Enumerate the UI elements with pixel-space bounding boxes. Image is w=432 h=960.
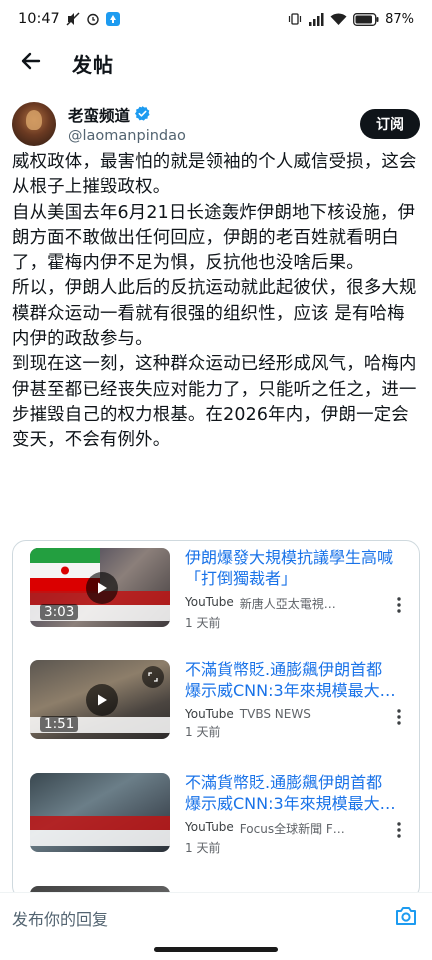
signal-icon xyxy=(308,12,324,26)
reply-bar: 发布你的回复 xyxy=(0,892,432,942)
video-channel: Focus全球新聞 F… xyxy=(239,822,345,836)
video-platform: YouTube xyxy=(185,707,234,721)
notification-app-icon xyxy=(105,12,120,26)
video-time: 1 天前 xyxy=(185,725,221,739)
video-platform: YouTube xyxy=(185,595,234,609)
battery-percent: 87% xyxy=(385,11,414,27)
mute-icon xyxy=(66,12,80,26)
post-paragraph: 所以，伊朗人此后的反抗运动就此起彼伏，很多大规模群众运动一看就有很强的组织性，应… xyxy=(12,278,417,350)
video-duration: 1:51 xyxy=(40,716,79,732)
video-thumbnail[interactable]: 3:03 xyxy=(30,548,170,627)
video-title-link[interactable]: 伊朗爆發大規模抗議學生高喊「打倒獨裁者」 xyxy=(185,547,397,589)
video-link-item[interactable]: 1:51 不滿貨幣貶.通膨飆伊朗首都爆示威CNN:3年來規模最大… YouTub… xyxy=(13,653,419,741)
video-platform: YouTube xyxy=(185,820,234,834)
home-indicator[interactable] xyxy=(154,947,278,952)
video-link-item[interactable]: 3:03 伊朗爆發大規模抗議學生高喊「打倒獨裁者」 YouTube 新唐人亞太電… xyxy=(13,541,419,630)
post-text: 威权政体，最害怕的就是领袖的个人威信受损，这会从根子上摧毁政权。 自从美国去年6… xyxy=(12,150,422,454)
play-icon[interactable] xyxy=(86,684,118,716)
video-thumbnail[interactable] xyxy=(30,773,170,852)
video-title-link[interactable]: 不滿貨幣貶.通膨飆伊朗首都爆示威CNN:3年來規模最大… xyxy=(185,659,397,701)
page-title: 发帖 xyxy=(72,52,114,77)
thumbnail-caption-bar xyxy=(30,830,170,846)
video-duration: 3:03 xyxy=(40,604,79,620)
video-time: 1 天前 xyxy=(185,841,221,855)
post-paragraph: 自从美国去年6月21日长途轰炸伊朗地下核设施，伊朗方面不敢做出任何回应，伊朗的老… xyxy=(12,202,416,274)
author-name[interactable]: 老蛮频道 xyxy=(68,104,130,126)
avatar[interactable] xyxy=(12,102,56,146)
subscribe-button[interactable]: 订阅 xyxy=(360,109,420,139)
more-vertical-icon[interactable] xyxy=(389,593,409,617)
verified-badge-icon xyxy=(134,105,151,126)
video-title-link[interactable]: 不滿貨幣貶.通膨飆伊朗首都爆示威CNN:3年來規模最大… xyxy=(185,772,397,814)
camera-icon xyxy=(395,906,417,930)
vibrate-icon xyxy=(288,12,302,26)
post-paragraph: 到现在这一刻，这种群众运动已经形成风气，哈梅内伊甚至都已经丧失应对能力了，只能听… xyxy=(12,354,417,451)
more-vertical-icon[interactable] xyxy=(389,818,409,842)
reply-input[interactable]: 发布你的回复 xyxy=(12,906,392,930)
arrow-left-icon xyxy=(19,50,41,76)
post-paragraph: 威权政体，最害怕的就是领袖的个人威信受损，这会从根子上摧毁政权。 xyxy=(12,152,417,198)
video-links-card: 3:03 伊朗爆發大規模抗議學生高喊「打倒獨裁者」 YouTube 新唐人亞太電… xyxy=(12,540,420,900)
status-time: 10:47 xyxy=(18,11,60,27)
status-bar: 10:47 87% xyxy=(0,0,432,38)
video-channel: 新唐人亞太電視… xyxy=(239,597,336,611)
video-link-item[interactable]: 不滿貨幣貶.通膨飆伊朗首都爆示威CNN:3年來規模最大… YouTube Foc… xyxy=(13,766,419,855)
top-app-bar: 发帖 xyxy=(0,38,432,88)
video-thumbnail[interactable]: 1:51 xyxy=(30,660,170,739)
more-vertical-icon[interactable] xyxy=(389,705,409,729)
wifi-icon xyxy=(330,13,347,26)
video-channel: TVBS NEWS xyxy=(239,707,311,721)
video-time: 1 天前 xyxy=(185,616,221,630)
battery-icon xyxy=(353,12,379,26)
back-button[interactable] xyxy=(0,38,60,88)
author-handle: @laomanpindao xyxy=(68,128,186,144)
post-author: 老蛮频道 @laomanpindao 订阅 xyxy=(12,100,420,148)
expand-icon[interactable] xyxy=(142,666,164,688)
camera-button[interactable] xyxy=(392,904,420,932)
author-info: 老蛮频道 @laomanpindao xyxy=(68,104,186,144)
thumbnail-banner xyxy=(30,816,170,830)
play-icon[interactable] xyxy=(86,572,118,604)
alarm-icon xyxy=(86,12,100,26)
